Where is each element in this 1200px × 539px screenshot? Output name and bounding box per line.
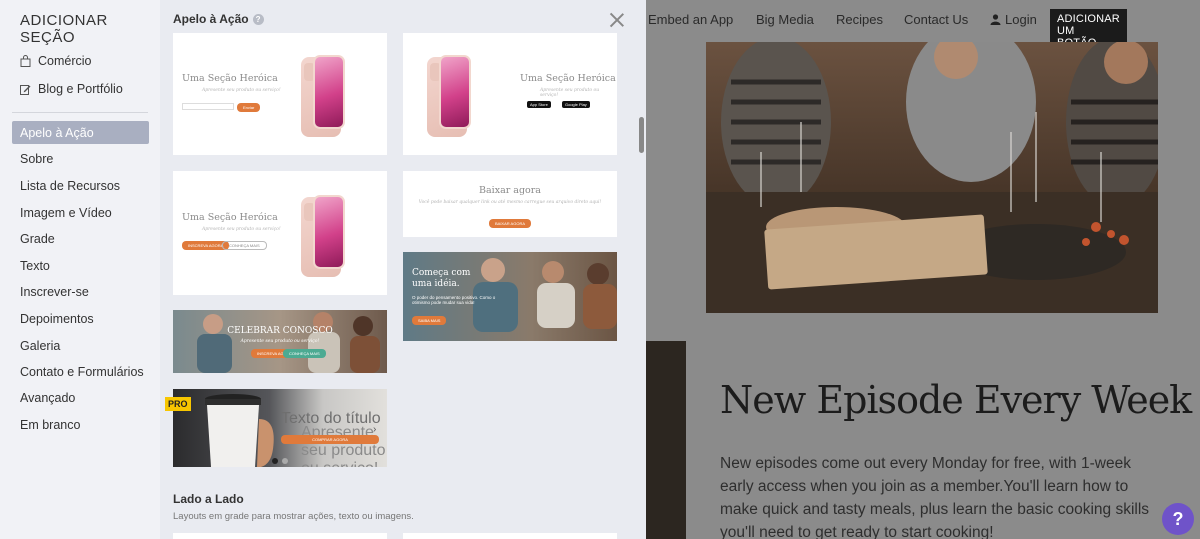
category-advanced[interactable]: Avançado xyxy=(12,386,149,409)
app-root: Embed an App Big Media Recipes Contact U… xyxy=(0,0,1200,539)
template-title: Uma Seção Heróica xyxy=(182,212,278,223)
category-feature-list[interactable]: Lista de Recursos xyxy=(12,174,149,197)
carousel-dot[interactable] xyxy=(282,458,288,464)
category-image-video[interactable]: Imagem e Vídeo xyxy=(12,201,149,224)
category-about[interactable]: Sobre xyxy=(12,147,149,170)
nav-link-recipes[interactable]: Recipes xyxy=(836,12,883,27)
template-subtitle: Você pode baixar qualquer link ou até me… xyxy=(418,200,602,205)
template-button: BAIXAR AGORA xyxy=(488,219,531,228)
template-side-by-side-1[interactable] xyxy=(173,533,387,539)
template-button-secondary: CONHEÇA MAIS xyxy=(283,349,326,358)
google-play-badge: Google Play xyxy=(562,101,590,108)
panel-title: ADICIONAR SEÇÃO xyxy=(20,12,108,46)
category-contact-forms[interactable]: Contato e Formulários xyxy=(12,360,149,383)
template-title: Baixar agora xyxy=(479,185,541,196)
site-body-text: New episodes come out every Monday for f… xyxy=(720,455,1150,539)
template-input xyxy=(182,103,234,110)
category-panel: ADICIONAR SEÇÃO Comércio Blog e Portfóli… xyxy=(0,0,160,539)
shopping-bag-icon xyxy=(20,55,31,67)
template-title: Uma Seção Heróica xyxy=(520,73,616,84)
category-call-to-action[interactable]: Apelo à Ação xyxy=(12,121,149,144)
category-gallery[interactable]: Galeria xyxy=(12,334,149,357)
user-icon xyxy=(990,14,1001,25)
section-side-by-side-title: Lado a Lado xyxy=(173,492,244,506)
template-subtitle: Apresente seu produto ou serviço! xyxy=(202,88,281,93)
carousel-dot-active[interactable] xyxy=(272,458,278,464)
category-blog-portfolio[interactable]: Blog e Portfólio xyxy=(20,82,123,96)
question-icon[interactable]: ? xyxy=(252,13,264,25)
template-button-secondary: CONHEÇA MAIS xyxy=(222,241,267,250)
template-title: Uma Seção Heróica xyxy=(182,73,278,84)
section-gallery: Apelo à Ação ? Uma Seção Heróica Apresen… xyxy=(160,0,646,539)
nav-link-big-media[interactable]: Big Media xyxy=(756,12,814,27)
template-celebrate[interactable]: CELEBRAR CONOSCO Apresente seu produto o… xyxy=(173,310,387,373)
category-commerce-label: Comércio xyxy=(38,54,92,68)
hero-image xyxy=(706,42,1158,313)
nav-link-embed-app[interactable]: Embed an App xyxy=(648,12,733,27)
gallery-heading-label: Apelo à Ação xyxy=(173,12,249,26)
category-blog-portfolio-label: Blog e Portfólio xyxy=(38,82,123,96)
template-coffee[interactable]: Texto do título Apresente seu produto ou… xyxy=(173,389,387,467)
template-side-by-side-2[interactable] xyxy=(403,533,617,539)
template-button: COMPRAR AGORA xyxy=(281,435,379,444)
template-subtitle: Apresente seu produto ou serviço! xyxy=(240,339,320,344)
dark-strip-image xyxy=(646,341,686,539)
login-link[interactable]: Login xyxy=(990,12,1037,27)
section-side-by-side-subtitle: Layouts em grade para mostrar ações, tex… xyxy=(173,511,414,522)
category-testimonials[interactable]: Depoimentos xyxy=(12,307,149,330)
category-text[interactable]: Texto xyxy=(12,254,149,277)
category-blank[interactable]: Em branco xyxy=(12,413,149,436)
template-hero-2[interactable]: Uma Seção Heróica Apresente seu produto … xyxy=(403,33,617,155)
phone-image xyxy=(301,55,345,137)
site-nav: Embed an App Big Media Recipes Contact U… xyxy=(646,0,1200,53)
site-heading: New Episode Every Week xyxy=(720,378,1192,422)
template-download[interactable]: Baixar agora Você pode baixar qualquer l… xyxy=(403,171,617,237)
template-title: Começa com uma idéia. xyxy=(412,268,471,289)
template-hero-1[interactable]: Uma Seção Heróica Apresente seu produto … xyxy=(173,33,387,155)
template-hero-3[interactable]: Uma Seção Heróica Apresente seu produto … xyxy=(173,171,387,295)
login-label: Login xyxy=(1005,12,1037,27)
category-commerce[interactable]: Comércio xyxy=(20,54,92,68)
phone-image xyxy=(301,195,345,277)
edit-icon xyxy=(20,84,31,95)
close-icon[interactable] xyxy=(609,12,625,28)
template-button: SAIBA MAIS xyxy=(412,316,447,325)
divider xyxy=(12,112,148,113)
gallery-heading: Apelo à Ação ? xyxy=(173,12,264,26)
nav-link-contact-us[interactable]: Contact Us xyxy=(904,12,968,27)
phone-image xyxy=(427,55,471,137)
template-subtitle: O poder do pensamento positivo. Como o o… xyxy=(412,295,496,305)
template-idea[interactable]: Começa com uma idéia. O poder do pensame… xyxy=(403,252,617,341)
pro-badge: PRO xyxy=(165,397,191,411)
chevron-right-icon[interactable]: › xyxy=(373,424,376,435)
template-title: CELEBRAR CONOSCO xyxy=(227,326,333,336)
help-button[interactable]: ? xyxy=(1162,503,1194,535)
category-grid[interactable]: Grade xyxy=(12,227,149,250)
scrollbar-thumb[interactable] xyxy=(639,117,644,153)
template-subtitle: Apresente seu produto ou serviço! xyxy=(202,227,281,232)
app-store-badge: App Store xyxy=(527,101,551,108)
category-subscribe[interactable]: Inscrever-se xyxy=(12,280,149,303)
template-subtitle: Apresente seu produto ou serviço! xyxy=(540,88,600,98)
template-button: Enviar xyxy=(237,103,261,112)
